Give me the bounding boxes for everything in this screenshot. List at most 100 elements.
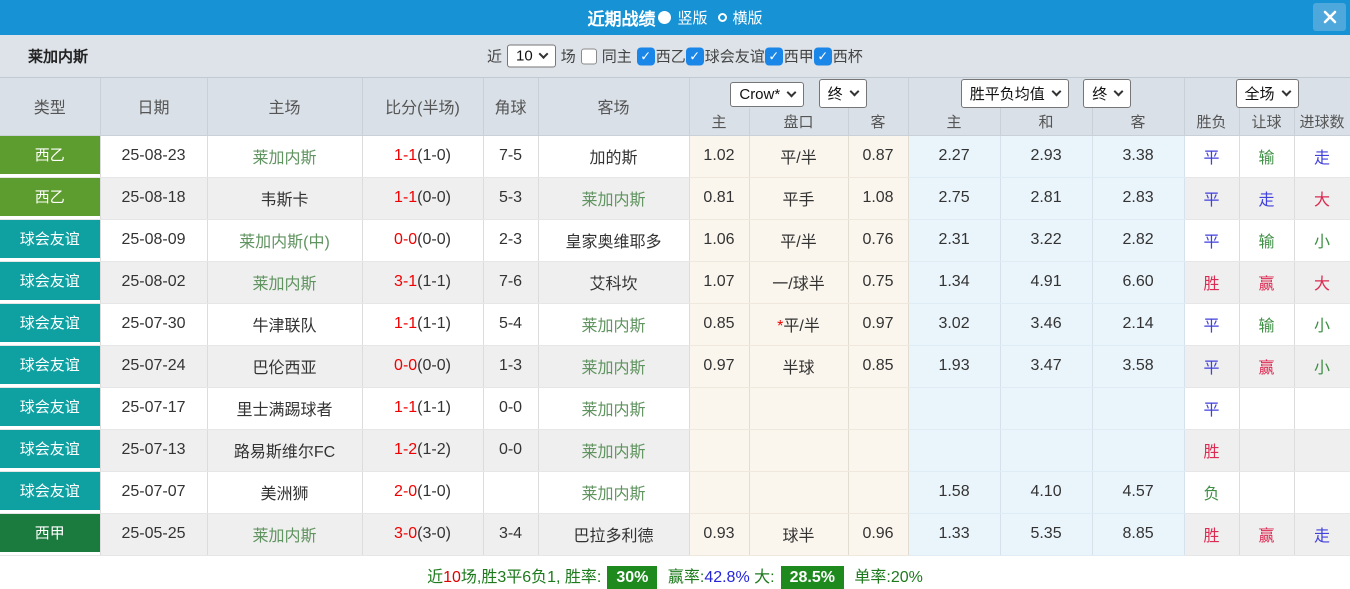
odds-away: 0.85 bbox=[848, 345, 909, 388]
home-team: 莱加内斯 bbox=[207, 135, 363, 178]
summary-segment: 大: bbox=[749, 568, 775, 586]
league-label: 球会友谊 bbox=[704, 48, 765, 66]
sub-header-handicap: 盘口 bbox=[749, 108, 849, 136]
table-row: 西乙 25-08-18 韦斯卡 1-1(0-0) 5-3 莱加内斯 0.81 平… bbox=[0, 177, 1350, 220]
same-home-checkbox[interactable] bbox=[580, 48, 597, 64]
match-type-cell: 球会友谊 bbox=[0, 303, 101, 346]
odds-home: 0.97 bbox=[689, 345, 750, 388]
league-filter-group: ✓ 西乙 ✓ 球会友谊 ✓ 西甲 ✓ 西杯 bbox=[636, 46, 863, 67]
sub-header-avg-win: 主 bbox=[908, 108, 1001, 136]
away-team: 莱加内斯 bbox=[538, 387, 690, 430]
match-score: 1-2(1-2) bbox=[362, 429, 484, 472]
away-team: 加的斯 bbox=[538, 135, 690, 178]
sub-header-outcome: 胜负 bbox=[1184, 108, 1240, 136]
avg-lose-odds: 3.38 bbox=[1092, 135, 1185, 178]
match-date: 25-05-25 bbox=[100, 513, 208, 556]
table-row: 球会友谊 25-07-24 巴伦西亚 0-0(0-0) 1-3 莱加内斯 0.9… bbox=[0, 345, 1350, 388]
sub-header-avg-lose: 客 bbox=[1092, 108, 1185, 136]
close-icon bbox=[1323, 10, 1336, 24]
home-team: 牛津联队 bbox=[207, 303, 363, 346]
recent-count-select[interactable]: 10 bbox=[507, 44, 556, 68]
same-home-label: 同主 bbox=[601, 48, 632, 66]
avg-lose-odds: 8.85 bbox=[1092, 513, 1185, 556]
odds-away: 0.97 bbox=[848, 303, 909, 346]
avg-lose-odds: 6.60 bbox=[1092, 261, 1185, 304]
corners: 7-5 bbox=[483, 135, 539, 178]
odds-time-select[interactable]: 终 bbox=[818, 78, 867, 108]
corners bbox=[483, 471, 539, 514]
odds-home: 0.93 bbox=[689, 513, 750, 556]
avg-draw-odds bbox=[1000, 429, 1093, 472]
away-team: 莱加内斯 bbox=[538, 345, 690, 388]
avg-win-odds: 3.02 bbox=[908, 303, 1001, 346]
match-type-cell: 西乙 bbox=[0, 135, 101, 178]
match-date: 25-08-18 bbox=[100, 177, 208, 220]
result-goals: 走 bbox=[1294, 135, 1350, 178]
col-header-date: 日期 bbox=[100, 78, 208, 136]
match-score: 1-1(1-1) bbox=[362, 303, 484, 346]
match-score: 1-1(1-0) bbox=[362, 135, 484, 178]
avg-win-odds: 2.27 bbox=[908, 135, 1001, 178]
filter-controls: 近 10 场 同主 ✓ 西乙 ✓ 球会友谊 ✓ 西甲 ✓ 西杯 bbox=[487, 44, 863, 68]
avg-draw-odds: 2.81 bbox=[1000, 177, 1093, 220]
page-title: 近期战绩 bbox=[587, 10, 656, 29]
away-team: 皇家奥维耶多 bbox=[538, 219, 690, 262]
table-row: 西甲 25-05-25 莱加内斯 3-0(3-0) 3-4 巴拉多利德 0.93… bbox=[0, 513, 1350, 556]
horizontal-layout-radio[interactable] bbox=[717, 13, 727, 22]
vertical-layout-radio[interactable] bbox=[658, 11, 672, 24]
match-type-cell: 球会友谊 bbox=[0, 261, 101, 304]
league-checkbox[interactable]: ✓ bbox=[636, 47, 655, 65]
result-group-header: 全场 bbox=[1184, 78, 1350, 108]
league-type-badge: 球会友谊 bbox=[0, 261, 99, 300]
match-score: 2-0(1-0) bbox=[362, 471, 484, 514]
title-bar: 近期战绩 竖版 横版 bbox=[0, 0, 1350, 35]
match-score: 3-0(3-0) bbox=[362, 513, 484, 556]
avg-win-odds: 1.34 bbox=[908, 261, 1001, 304]
match-date: 25-08-23 bbox=[100, 135, 208, 178]
league-checkbox[interactable]: ✓ bbox=[764, 47, 783, 65]
league-type-badge: 西乙 bbox=[0, 177, 99, 216]
away-team: 莱加内斯 bbox=[538, 303, 690, 346]
avg-win-odds: 2.31 bbox=[908, 219, 1001, 262]
match-date: 25-07-13 bbox=[100, 429, 208, 472]
league-checkbox[interactable]: ✓ bbox=[813, 47, 832, 65]
result-scope-select[interactable]: 全场 bbox=[1235, 78, 1299, 108]
results-table: 类型 日期 主场 比分(半场) 角球 客场 Crow* 终 胜平负均值 终 全场 bbox=[0, 78, 1350, 556]
league-label: 西乙 bbox=[655, 48, 686, 66]
vertical-layout-label[interactable]: 竖版 bbox=[677, 7, 707, 28]
league-type-badge: 球会友谊 bbox=[0, 471, 99, 510]
odds-home bbox=[689, 429, 750, 472]
avg-odds-select[interactable]: 胜平负均值 bbox=[960, 78, 1069, 108]
league-checkbox[interactable]: ✓ bbox=[685, 47, 704, 65]
result-outcome: 平 bbox=[1184, 219, 1240, 262]
league-type-badge: 球会友谊 bbox=[0, 303, 99, 342]
match-score: 1-1(0-0) bbox=[362, 177, 484, 220]
handicap: 半球 bbox=[749, 345, 849, 388]
match-date: 25-08-02 bbox=[100, 261, 208, 304]
league-filter-item: ✓ 球会友谊 bbox=[685, 46, 765, 67]
away-team: 艾科坎 bbox=[538, 261, 690, 304]
result-handicap: 赢 bbox=[1239, 345, 1295, 388]
avg-draw-odds: 3.46 bbox=[1000, 303, 1093, 346]
league-label: 西杯 bbox=[832, 48, 863, 66]
result-goals: 大 bbox=[1294, 177, 1350, 220]
odds-company-select[interactable]: Crow* bbox=[730, 81, 805, 107]
avg-time-select[interactable]: 终 bbox=[1083, 78, 1132, 108]
odds-away: 1.08 bbox=[848, 177, 909, 220]
away-team: 莱加内斯 bbox=[538, 471, 690, 514]
match-type-cell: 球会友谊 bbox=[0, 429, 101, 472]
close-button[interactable] bbox=[1313, 3, 1346, 31]
match-score: 0-0(0-0) bbox=[362, 219, 484, 262]
match-score: 0-0(0-0) bbox=[362, 345, 484, 388]
avg-draw-odds: 4.91 bbox=[1000, 261, 1093, 304]
odds-home bbox=[689, 471, 750, 514]
odds-away: 0.76 bbox=[848, 219, 909, 262]
match-score: 1-1(1-1) bbox=[362, 387, 484, 430]
horizontal-layout-label[interactable]: 横版 bbox=[733, 7, 763, 28]
avg-win-odds: 2.75 bbox=[908, 177, 1001, 220]
result-outcome: 平 bbox=[1184, 303, 1240, 346]
col-header-home: 主场 bbox=[207, 78, 363, 136]
odds-home bbox=[689, 387, 750, 430]
avg-lose-odds: 2.14 bbox=[1092, 303, 1185, 346]
result-outcome: 胜 bbox=[1184, 429, 1240, 472]
